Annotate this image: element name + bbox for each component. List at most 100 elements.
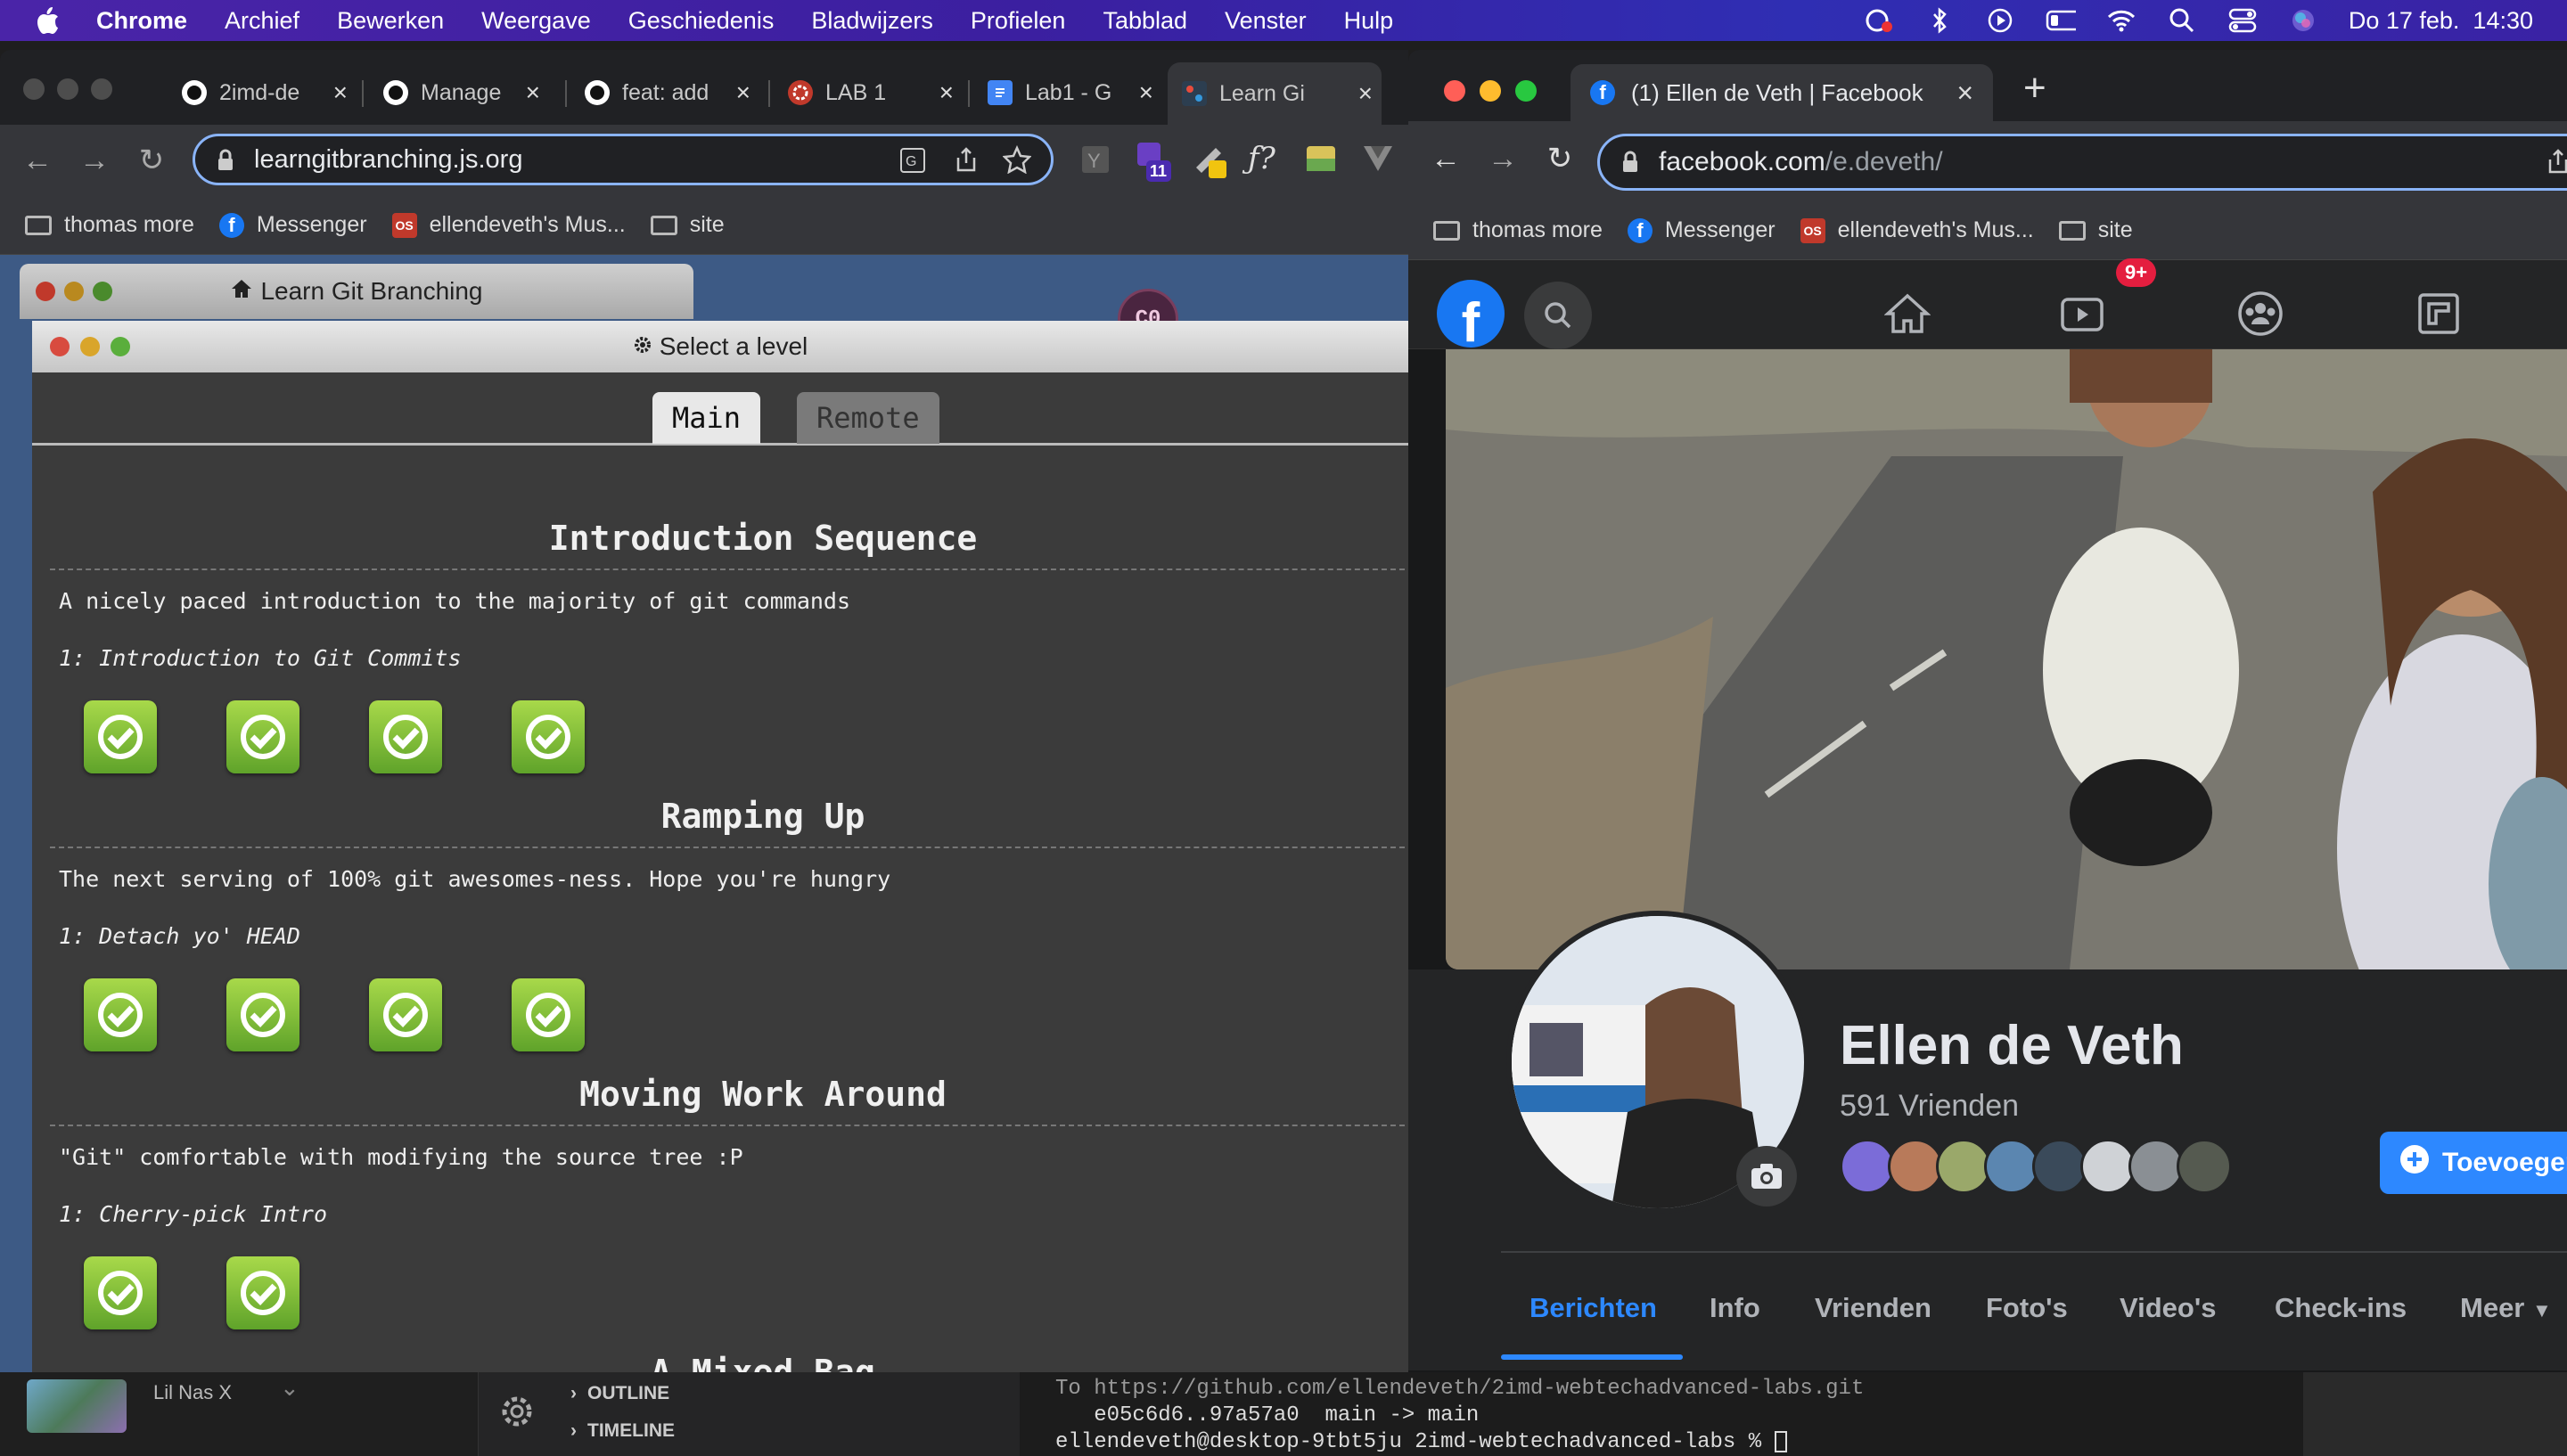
friend-avatar[interactable] (2128, 1139, 2184, 1194)
friend-avatar[interactable] (1936, 1139, 1991, 1194)
forward-button[interactable]: → (78, 144, 111, 176)
pencil-extension-icon[interactable] (1191, 141, 1230, 184)
bookmark-messenger[interactable]: f Messenger (1627, 217, 1776, 243)
bookmark-thomas-more[interactable]: thomas more (1433, 217, 1603, 243)
level-completed-icon[interactable] (226, 978, 299, 1051)
gaming-icon[interactable] (2412, 287, 2465, 340)
level-completed-icon[interactable] (226, 1256, 299, 1329)
bookmark-thomas-more[interactable]: thomas more (25, 212, 194, 238)
cover-photo[interactable] (1446, 349, 2567, 969)
level-completed-icon[interactable] (226, 700, 299, 773)
bluetooth-icon[interactable] (1924, 7, 1955, 34)
tab-close-icon[interactable]: × (1358, 79, 1373, 108)
tab-close-icon[interactable]: × (939, 78, 954, 107)
minimize-button[interactable] (64, 282, 84, 301)
menu-geschiedenis[interactable]: Geschiedenis (628, 7, 775, 35)
tab-close-icon[interactable]: × (736, 78, 750, 107)
tab-fotos[interactable]: Foto's (1986, 1292, 2068, 1324)
battery-icon[interactable] (2046, 7, 2076, 34)
level-completed-icon[interactable] (512, 700, 585, 773)
level-completed-icon[interactable] (512, 978, 585, 1051)
settings-gear-icon[interactable] (496, 1390, 538, 1433)
friend-avatar[interactable] (1888, 1139, 1943, 1194)
menu-app-name[interactable]: Chrome (96, 7, 187, 35)
zoom-button[interactable] (111, 337, 130, 356)
vue-devtools-icon[interactable] (1362, 144, 1394, 177)
back-button[interactable]: ← (1430, 143, 1462, 175)
menu-bewerken[interactable]: Bewerken (337, 7, 444, 35)
tab-github-manage[interactable]: Manage × (383, 70, 540, 116)
tab-info[interactable]: Info (1710, 1292, 1760, 1324)
image-extension-icon[interactable] (1305, 143, 1337, 179)
window-zoom-button[interactable] (91, 78, 112, 100)
terminal-panel[interactable]: To https://github.com/ellendeveth/2imd-w… (1020, 1372, 2303, 1456)
level-completed-icon[interactable] (369, 700, 442, 773)
watch-icon[interactable] (2055, 287, 2109, 340)
section-first-level[interactable]: 1: Cherry-pick Intro (59, 1201, 327, 1227)
tab-videos[interactable]: Video's (2120, 1292, 2216, 1324)
menu-archief[interactable]: Archief (225, 7, 299, 35)
zoom-button[interactable] (93, 282, 112, 301)
level-completed-icon[interactable] (84, 700, 157, 773)
tab-lab1[interactable]: LAB 1 × (788, 70, 954, 116)
new-tab-button[interactable]: + (2023, 66, 2046, 110)
tab-check-ins[interactable]: Check-ins (2275, 1292, 2407, 1324)
reload-button[interactable]: ↻ (135, 144, 168, 176)
menubar-datetime[interactable]: Do 17 feb. 14:30 (2349, 7, 2533, 35)
address-bar[interactable]: facebook.com/e.deveth/ (1597, 134, 2567, 191)
address-bar[interactable]: learngitbranching.js.org G (193, 134, 1054, 185)
now-playing-icon[interactable] (1985, 7, 2015, 34)
tab-berichten[interactable]: Berichten (1530, 1292, 1657, 1324)
window-minimize-button[interactable] (1480, 80, 1501, 102)
bookmark-site[interactable]: site (2058, 217, 2133, 243)
bookmark-musescore[interactable]: OS ellendeveth's Mus... (391, 212, 626, 238)
tab-meer[interactable]: Meer ▼ (2460, 1292, 2552, 1324)
menu-venster[interactable]: Venster (1225, 7, 1307, 35)
chevron-down-icon[interactable]: ⌄ (280, 1374, 299, 1402)
level-completed-icon[interactable] (369, 978, 442, 1051)
apple-menu-icon[interactable] (34, 6, 62, 35)
section-first-level[interactable]: 1: Detach yo' HEAD (59, 923, 300, 949)
tab-vrienden[interactable]: Vrienden (1815, 1292, 1931, 1324)
outline-section[interactable]: › OUTLINE (570, 1383, 669, 1404)
close-button[interactable] (50, 337, 70, 356)
window-minimize-button[interactable] (57, 78, 78, 100)
screen-record-icon[interactable] (1864, 7, 1894, 34)
back-button[interactable]: ← (21, 144, 53, 176)
tab-github-feat[interactable]: feat: add × (585, 70, 750, 116)
search-button[interactable] (1524, 282, 1592, 349)
home-icon[interactable] (1881, 287, 1934, 340)
change-profile-photo-button[interactable] (1736, 1146, 1797, 1207)
tab-close-icon[interactable]: × (333, 78, 348, 107)
facebook-logo-icon[interactable]: f (1437, 280, 1505, 348)
tab-remote[interactable]: Remote (797, 392, 939, 444)
tab-close-icon[interactable]: × (1956, 77, 1973, 110)
window-zoom-button[interactable] (1515, 80, 1537, 102)
friends-count[interactable]: 591 Vrienden (1840, 1089, 2019, 1124)
reload-button[interactable]: ↻ (1544, 143, 1576, 175)
tab-close-icon[interactable]: × (1139, 78, 1153, 107)
tab-learn-git-branching[interactable]: Learn Gi × (1168, 62, 1382, 125)
wifi-icon[interactable] (2106, 7, 2136, 34)
timeline-section[interactable]: › TIMELINE (570, 1420, 675, 1442)
yoast-extension-icon[interactable]: Y (1080, 144, 1111, 179)
tab-github-2imd[interactable]: 2imd-de × (182, 70, 348, 116)
friend-avatar[interactable] (2177, 1139, 2232, 1194)
friend-avatar[interactable] (2032, 1139, 2087, 1194)
window-close-button[interactable] (23, 78, 45, 100)
tab-close-icon[interactable]: × (526, 78, 540, 107)
level-completed-icon[interactable] (84, 1256, 157, 1329)
control-center-icon[interactable] (2227, 7, 2258, 34)
bookmark-musescore[interactable]: OS ellendeveth's Mus... (1800, 217, 2034, 243)
siri-icon[interactable] (2288, 7, 2318, 34)
share-icon[interactable] (955, 147, 978, 181)
groups-icon[interactable] (2234, 287, 2287, 340)
friend-avatar[interactable] (1840, 1139, 1895, 1194)
menu-hulp[interactable]: Hulp (1344, 7, 1394, 35)
bookmark-messenger[interactable]: f Messenger (218, 212, 367, 238)
bookmark-site[interactable]: site (650, 212, 725, 238)
close-button[interactable] (36, 282, 55, 301)
friend-avatar[interactable] (2080, 1139, 2136, 1194)
tab-main[interactable]: Main (652, 392, 761, 444)
menu-weergave[interactable]: Weergave (481, 7, 591, 35)
